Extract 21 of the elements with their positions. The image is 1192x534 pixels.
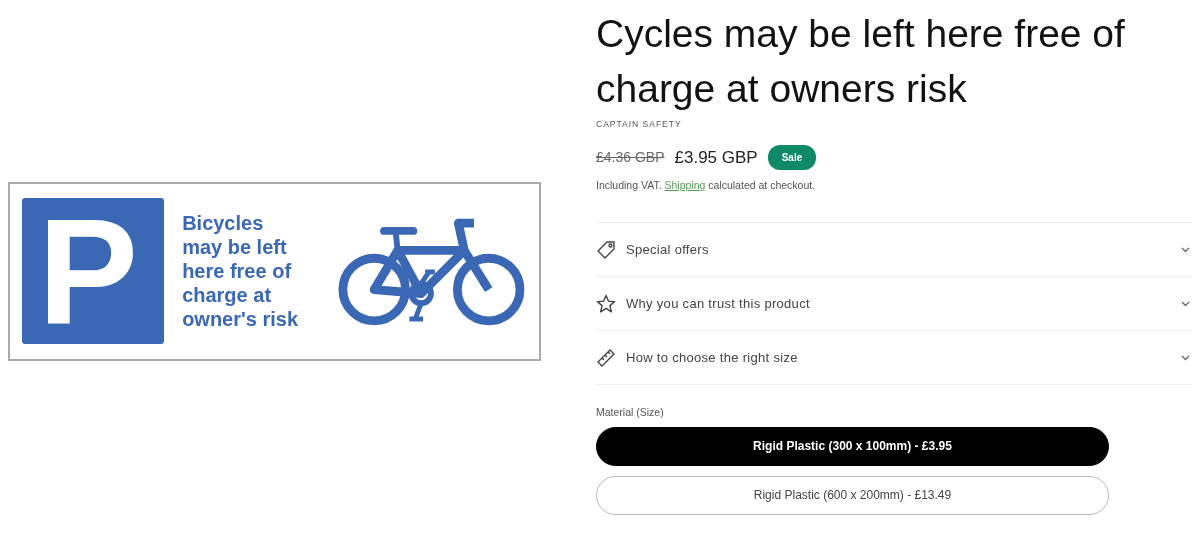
ruler-icon [596, 347, 616, 368]
regular-price: £4.36 GBP [596, 148, 665, 167]
star-icon [596, 293, 616, 314]
parking-symbol: P [22, 198, 165, 344]
variant-label: Material (Size) [596, 405, 665, 420]
sign-text: Bicycles may be left here free of charge at owner's risk [182, 211, 300, 331]
accordion-header[interactable]: Special offers [596, 223, 1192, 277]
accordion-label: Why you can trust this product [626, 294, 811, 313]
variant-option[interactable]: Rigid Plastic (300 x 100mm) - £3.95 [596, 426, 1109, 466]
product-title: Cycles may be left here free of charge at owners risk [596, 11, 1126, 112]
sale-badge: Sale [767, 145, 817, 170]
tag-icon [596, 239, 616, 260]
accordion-label: How to choose the right size [626, 348, 799, 367]
variant-option[interactable]: Rigid Plastic (600 x 200mm) - £13.49 [596, 475, 1109, 515]
tax-note: Including VAT. Shipping calculated at checkout. [596, 178, 817, 194]
sale-price: £3.95 GBP [674, 146, 758, 169]
shipping-link[interactable]: Shipping [664, 179, 706, 192]
accordion-header[interactable]: How to choose the right size [596, 331, 1192, 385]
accordion-header[interactable]: Why you can trust this product [596, 277, 1192, 331]
vendor-name: CAPTAIN SAFETY [596, 118, 683, 131]
accordion-label: Special offers [626, 240, 710, 259]
